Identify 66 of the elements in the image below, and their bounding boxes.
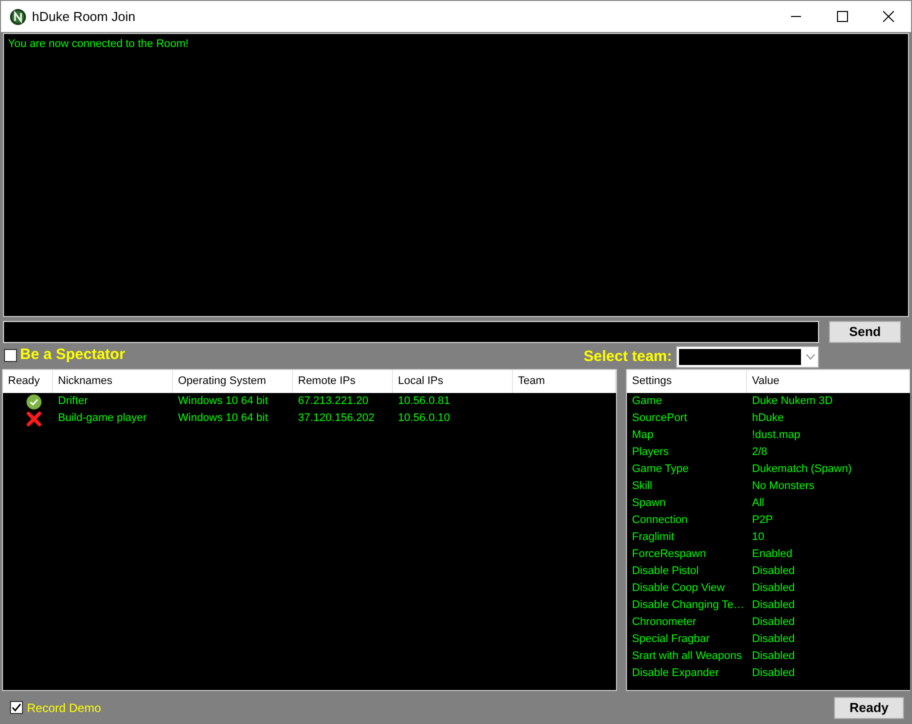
close-icon <box>882 11 894 22</box>
table-cell: 10 <box>752 531 764 544</box>
table-cell: Fraglimit <box>632 531 674 544</box>
table-cell: Connection <box>632 514 688 526</box>
table-cell: Spawn <box>632 497 666 510</box>
ready-button[interactable]: Ready <box>834 696 904 718</box>
table-cell: 10.56.0.10 <box>398 412 450 424</box>
table-cell: Disabled <box>752 667 795 680</box>
table-cell: Disabled <box>752 565 795 578</box>
column-header[interactable]: Remote IPs <box>293 370 393 393</box>
table-cell: Disabled <box>752 616 795 628</box>
table-cell: Srart with all Weapons <box>632 650 742 662</box>
table-cell: Enabled <box>752 548 792 560</box>
table-cell: Disabled <box>752 582 795 594</box>
table-cell: Disable Coop View <box>632 582 725 594</box>
table-cell: Disabled <box>752 599 795 612</box>
checkmark-icon <box>11 702 22 713</box>
table-cell: SourcePort <box>632 412 688 424</box>
table-cell: Disable Changing Te… <box>632 599 744 612</box>
table-cell: 37.120.156.202 <box>298 412 374 424</box>
table-cell: All <box>752 497 764 510</box>
table-cell: Chronometer <box>632 616 696 628</box>
table-cell: Disabled <box>752 633 795 646</box>
table-cell: Disabled <box>752 650 795 662</box>
chat-message: You are now connected to the Room! <box>8 37 190 51</box>
table-cell: 10.56.0.81 <box>398 395 450 408</box>
window-title: hDuke Room Join <box>32 8 136 26</box>
maximize-icon <box>836 11 848 22</box>
table-cell: Duke Nukem 3D <box>752 395 833 408</box>
table-cell: Disable Expander <box>632 667 719 680</box>
table-cell: Game Type <box>632 463 689 476</box>
app-logo-icon <box>10 8 26 24</box>
spectator-label: Be a Spectator <box>20 344 126 365</box>
table-cell: 2/8 <box>752 446 768 458</box>
table-cell: Map <box>632 429 654 442</box>
table-cell: No Monsters <box>752 480 814 492</box>
column-header[interactable]: Ready <box>3 370 53 393</box>
table-cell: P2P <box>752 514 773 526</box>
team-label: Select team: <box>584 346 672 367</box>
table-cell: hDuke <box>752 412 784 424</box>
record-demo-checkbox[interactable] <box>10 701 23 714</box>
table-cell: Build-game player <box>58 412 147 424</box>
table-cell: Players <box>632 446 669 458</box>
column-header[interactable]: Team <box>513 370 616 393</box>
spectator-checkbox[interactable] <box>4 348 17 362</box>
column-header[interactable]: Local IPs <box>393 370 513 393</box>
table-cell: Game <box>632 395 662 408</box>
column-header[interactable]: Nicknames <box>53 370 173 393</box>
column-header[interactable]: Operating System <box>173 370 293 393</box>
send-button[interactable]: Send <box>829 321 901 343</box>
message-input[interactable] <box>3 321 819 343</box>
column-header[interactable]: Settings <box>627 370 747 393</box>
table-cell: Dukematch (Spawn) <box>752 463 852 476</box>
chevron-down-icon <box>806 354 815 360</box>
table-cell: 67.213.221.20 <box>298 395 368 408</box>
table-cell: Windows 10 64 bit <box>178 412 268 424</box>
table-cell: Windows 10 64 bit <box>178 395 268 408</box>
table-cell: Drifter <box>58 395 88 408</box>
table-cell: Disable Pistol <box>632 565 699 578</box>
record-demo-label: Record Demo <box>27 700 102 716</box>
table-cell: Skill <box>632 480 652 492</box>
table-cell: ForceRespawn <box>632 548 706 560</box>
team-dropdown[interactable] <box>676 346 819 368</box>
table-cell: Special Fragbar <box>632 633 710 646</box>
column-header[interactable]: Value <box>747 370 910 393</box>
table-cell: !dust.map <box>752 429 800 442</box>
